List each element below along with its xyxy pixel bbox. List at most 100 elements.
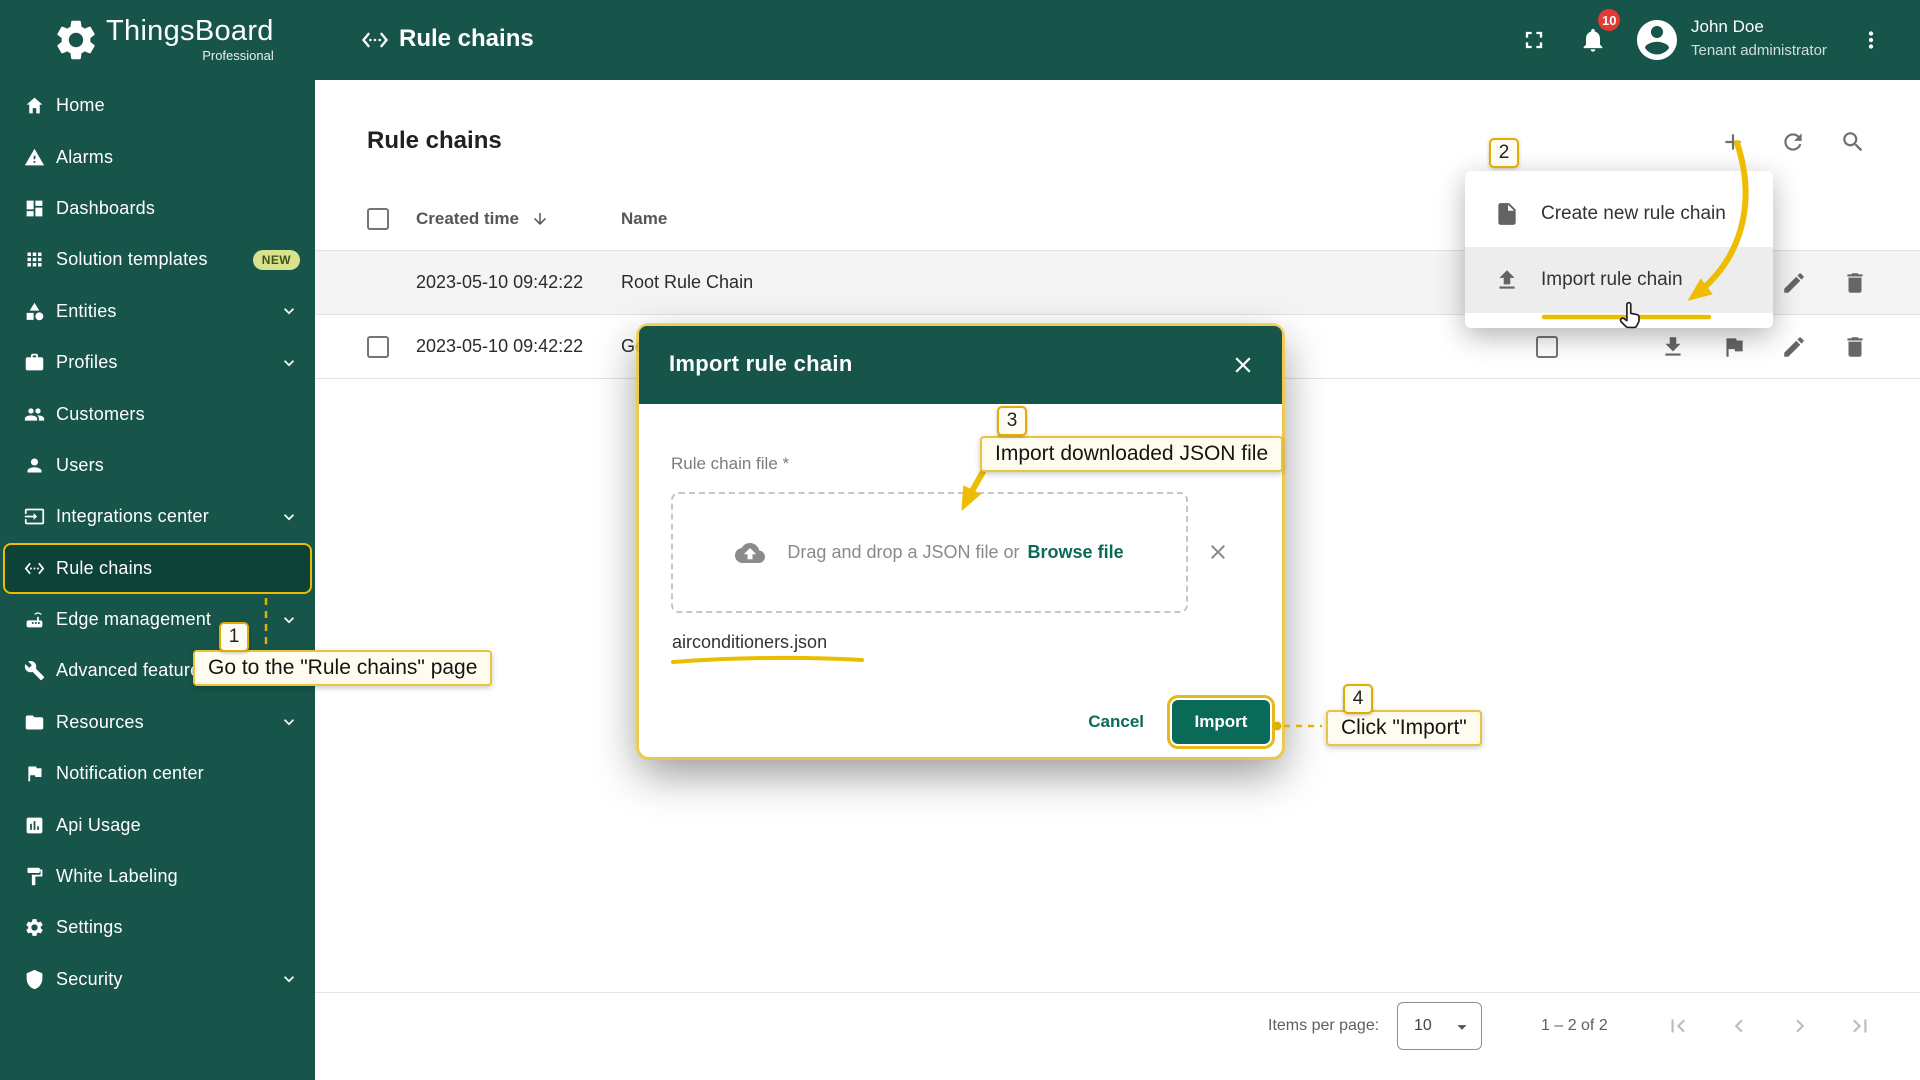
dropzone-text: Drag and drop a JSON file or: [787, 542, 1020, 562]
paginator: Items per page: 10 1 – 2 of 2: [315, 992, 1920, 1058]
items-per-page-value: 10: [1414, 1017, 1432, 1034]
cancel-button[interactable]: Cancel: [1070, 700, 1162, 744]
next-page-icon[interactable]: [1787, 1013, 1813, 1039]
chevron-down-icon: [279, 610, 299, 630]
clear-file-icon[interactable]: [1201, 535, 1235, 569]
add-rule-chain-icon[interactable]: [1720, 129, 1746, 155]
sidebar: Home Alarms Dashboards Solution template…: [0, 80, 315, 1080]
dialog-actions: Cancel Import: [1070, 695, 1275, 749]
sidebar-item-label: Resources: [56, 711, 144, 732]
sidebar-item-label: Security: [56, 968, 123, 989]
cloud-upload-icon: [735, 538, 766, 568]
sidebar-item-api-usage[interactable]: Api Usage: [0, 799, 315, 850]
items-per-page-label: Items per page:: [1268, 1017, 1380, 1034]
person-icon: [24, 455, 45, 476]
sort-arrow-icon[interactable]: [531, 210, 549, 228]
sidebar-item-rule-chains[interactable]: Rule chains: [3, 542, 312, 594]
sidebar-item-integrations-center[interactable]: Integrations center: [0, 491, 315, 542]
chevron-down-icon: [279, 712, 299, 732]
edit-icon[interactable]: [1781, 334, 1807, 360]
menu-item-create-new-rule-chain[interactable]: Create new rule chain: [1465, 181, 1773, 247]
first-page-icon[interactable]: [1665, 1013, 1691, 1039]
import-button[interactable]: Import: [1167, 695, 1275, 749]
sidebar-item-customers[interactable]: Customers: [0, 388, 315, 439]
sidebar-item-notification-center[interactable]: Notification center: [0, 748, 315, 799]
file-dropzone[interactable]: Drag and drop a JSON file or Browse file: [671, 492, 1188, 613]
row-created-time: 2023-05-10 09:42:22: [416, 272, 584, 292]
edit-icon[interactable]: [1781, 270, 1807, 296]
avatar[interactable]: [1633, 16, 1681, 64]
browse-file-link[interactable]: Browse file: [1028, 542, 1124, 563]
wrench-icon: [24, 660, 45, 681]
set-root-flag-icon[interactable]: [1721, 334, 1747, 360]
sidebar-item-label: Customers: [56, 403, 145, 424]
home-icon: [24, 95, 45, 116]
upload-icon: [1494, 267, 1520, 293]
sidebar-item-label: Rule chains: [56, 557, 153, 578]
selected-file-name: airconditioners.json: [672, 632, 828, 652]
sidebar-item-label: Entities: [56, 300, 117, 321]
export-icon[interactable]: [1660, 334, 1686, 360]
screen: ThingsBoard Professional Rule chains 10 …: [0, 0, 1920, 1080]
close-icon[interactable]: [1230, 352, 1256, 378]
previous-page-icon[interactable]: [1726, 1013, 1752, 1039]
brand-name: ThingsBoard: [106, 15, 274, 47]
sidebar-item-label: White Labeling: [56, 866, 178, 887]
delete-icon[interactable]: [1842, 270, 1868, 296]
step4-badge: 4: [1343, 684, 1373, 714]
items-per-page-select[interactable]: 10: [1397, 1002, 1482, 1050]
refresh-icon[interactable]: [1780, 129, 1806, 155]
table-title: Rule chains: [367, 127, 502, 154]
chevron-down-icon: [279, 969, 299, 989]
sidebar-item-label: Users: [56, 454, 105, 475]
menu-item-import-rule-chain[interactable]: Import rule chain: [1465, 247, 1773, 313]
warning-icon: [24, 147, 45, 168]
sidebar-item-resources[interactable]: Resources: [0, 697, 315, 748]
select-all-checkbox[interactable]: [367, 208, 389, 230]
import-rule-chain-dialog: Import rule chain Rule chain file * Drag…: [639, 326, 1282, 757]
new-badge: NEW: [252, 249, 300, 270]
sidebar-item-home[interactable]: Home: [0, 80, 315, 131]
sidebar-item-settings[interactable]: Settings: [0, 902, 315, 953]
last-page-icon[interactable]: [1847, 1013, 1873, 1039]
more-menu-icon[interactable]: [1858, 27, 1884, 53]
sidebar-item-label: Settings: [56, 917, 123, 938]
root-checkbox[interactable]: [1536, 336, 1558, 358]
search-icon[interactable]: [1840, 129, 1866, 155]
people-icon: [24, 404, 45, 425]
chevron-down-icon: [279, 507, 299, 527]
sidebar-item-label: Notification center: [56, 763, 204, 784]
sidebar-item-label: Alarms: [56, 146, 114, 167]
menu-item-label: Create new rule chain: [1541, 203, 1726, 224]
sidebar-item-label: Dashboards: [56, 197, 156, 218]
chart-icon: [24, 815, 45, 836]
sidebar-item-alarms[interactable]: Alarms: [0, 131, 315, 182]
sidebar-item-label: Home: [56, 95, 105, 116]
step2-badge: 2: [1489, 138, 1519, 168]
row-checkbox[interactable]: [367, 336, 389, 358]
sidebar-item-solution-templates[interactable]: Solution templates NEW: [0, 234, 315, 285]
sidebar-item-white-labeling[interactable]: White Labeling: [0, 851, 315, 902]
flag-icon: [24, 763, 45, 784]
dropdown-arrow-icon: [1451, 1016, 1473, 1038]
delete-icon[interactable]: [1842, 334, 1868, 360]
ethernet-icon: [24, 558, 45, 579]
category-icon: [24, 301, 45, 322]
sidebar-item-edge-management[interactable]: Edge management: [0, 594, 315, 645]
sidebar-item-label: Edge management: [56, 609, 212, 630]
sidebar-item-dashboards[interactable]: Dashboards: [0, 183, 315, 234]
folder-icon: [24, 712, 45, 733]
sidebar-item-users[interactable]: Users: [0, 440, 315, 491]
sidebar-item-profiles[interactable]: Profiles: [0, 337, 315, 388]
brand: ThingsBoard Professional: [106, 14, 274, 63]
user-name: John Doe: [1691, 17, 1764, 36]
column-created-time[interactable]: Created time: [416, 209, 519, 229]
page-title: Rule chains: [399, 25, 534, 52]
sidebar-item-entities[interactable]: Entities: [0, 286, 315, 337]
input-icon: [24, 506, 45, 527]
fullscreen-icon[interactable]: [1520, 26, 1548, 54]
step1-badge: 1: [219, 622, 249, 652]
column-name[interactable]: Name: [621, 209, 667, 229]
sidebar-item-security[interactable]: Security: [0, 954, 315, 1005]
notifications-bell-icon[interactable]: [1579, 26, 1607, 54]
